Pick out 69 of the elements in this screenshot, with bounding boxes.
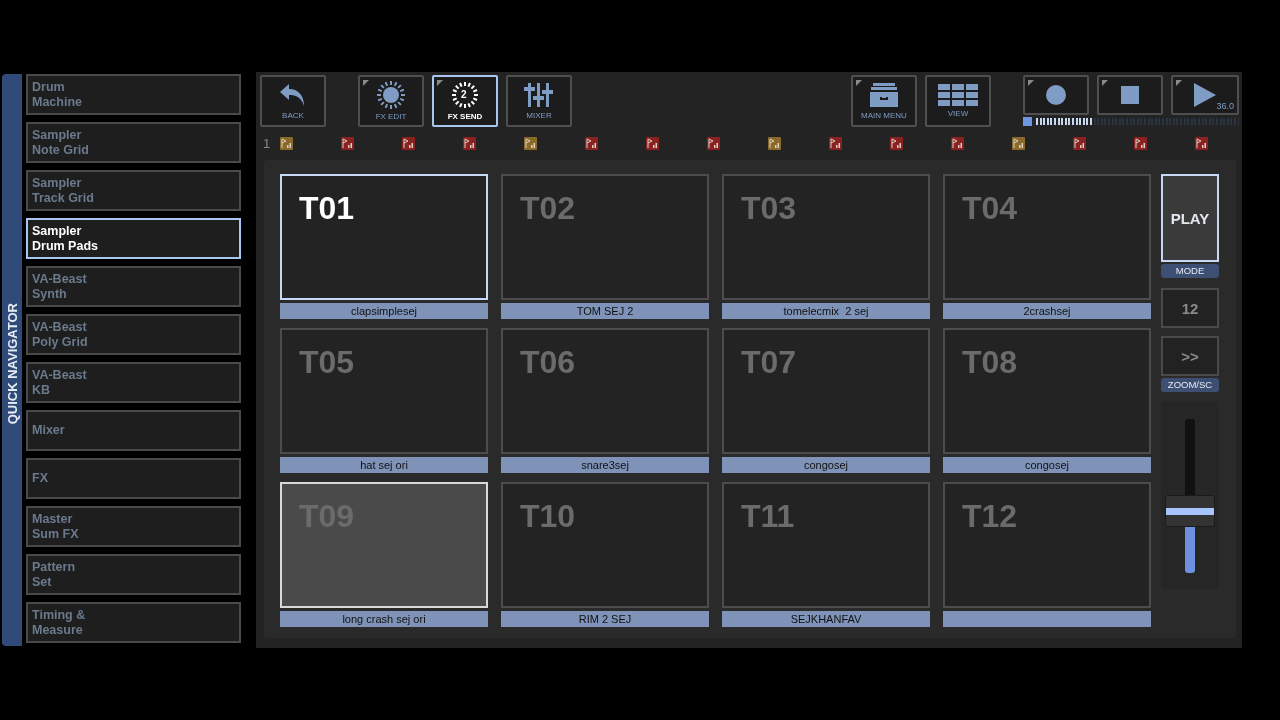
drum-pad[interactable]: T03 [722, 174, 930, 300]
navigator-item[interactable]: Sampler Note Grid [26, 122, 241, 163]
navigator-item[interactable]: VA-Beast KB [26, 362, 241, 403]
play-mode-button[interactable]: PLAY [1161, 174, 1219, 262]
toolbar-button[interactable]: FX EDIT [358, 75, 424, 127]
button-label: FX SEND [447, 112, 483, 121]
sample-label: RIM 2 SEJ [501, 611, 709, 627]
sliders-icon [523, 82, 555, 108]
navigator-item[interactable]: Timing & Measure [26, 602, 241, 643]
toolbar-button[interactable] [1097, 75, 1163, 115]
navigator-title: QUICK NAVIGATOR [4, 302, 20, 424]
navigator-item[interactable]: VA-Beast Synth [26, 266, 241, 307]
button-label: FX EDIT [375, 112, 407, 121]
drum-pad[interactable]: T02 [501, 174, 709, 300]
meter-indicator [1023, 117, 1032, 126]
navigator-item[interactable]: FX [26, 458, 241, 499]
tempo-readout: 36.0 [1216, 101, 1234, 111]
button-label: MIXER [526, 111, 552, 120]
back-arrow-icon [279, 82, 307, 108]
toolbar-button[interactable]: MAIN MENU [851, 75, 917, 127]
play-icon [1194, 83, 1216, 107]
navigator-item[interactable]: Drum Machine [26, 74, 241, 115]
dashed-ring-icon [450, 81, 480, 109]
sample-label: congosej [943, 457, 1151, 473]
toolbar-button[interactable] [1023, 75, 1089, 115]
record-icon [1045, 84, 1067, 106]
mode-label: MODE [1161, 264, 1219, 278]
navigator-item[interactable]: VA-Beast Poly Grid [26, 314, 241, 355]
drum-pad[interactable]: T05 [280, 328, 488, 454]
sample-label: tomelecmix 2 sej [722, 303, 930, 319]
drum-pad[interactable]: T07 [722, 328, 930, 454]
sample-label: clapsimplesej [280, 303, 488, 319]
sun-icon [376, 81, 406, 109]
navigator-item[interactable]: Mixer [26, 410, 241, 451]
toolbar-button[interactable]: BACK [260, 75, 326, 127]
stop-icon [1121, 86, 1139, 104]
grid-icon [938, 84, 978, 106]
button-label: VIEW [947, 109, 969, 118]
toolbar-button[interactable]: MIXER [506, 75, 572, 127]
navigator-item[interactable]: Sampler Track Grid [26, 170, 241, 211]
pad-count-button[interactable]: 12 [1161, 288, 1219, 328]
drawer-icon [869, 82, 899, 108]
sample-label: hat sej ori [280, 457, 488, 473]
button-label: BACK [282, 111, 304, 120]
drum-pad[interactable]: T12 [943, 482, 1151, 608]
drum-pad[interactable]: T06 [501, 328, 709, 454]
zoom-label: ZOOM/SC [1161, 378, 1219, 392]
drum-pad[interactable]: T08 [943, 328, 1151, 454]
toolbar-button[interactable]: 2 FX SEND [432, 75, 498, 127]
drum-pad[interactable]: T10 [501, 482, 709, 608]
navigator-item[interactable]: Master Sum FX [26, 506, 241, 547]
drum-pad[interactable]: T04 [943, 174, 1151, 300]
button-label: MAIN MENU [861, 111, 907, 120]
drum-pad[interactable]: T11 [722, 482, 930, 608]
send-number: 2 [461, 88, 467, 102]
toolbar-button[interactable]: 36.0 [1171, 75, 1239, 115]
toolbar-button[interactable]: VIEW [925, 75, 991, 127]
drum-pad[interactable]: T01 [280, 174, 488, 300]
navigator-item[interactable]: Sampler Drum Pads [26, 218, 241, 259]
sample-label: 2crashsej [943, 303, 1151, 319]
sample-label: TOM SEJ 2 [501, 303, 709, 319]
sample-label: long crash sej ori [280, 611, 488, 627]
sample-label: SEJKHANFAV [722, 611, 930, 627]
scroll-button[interactable]: >> [1161, 336, 1219, 376]
sample-label: snare3sej [501, 457, 709, 473]
navigator-item[interactable]: Pattern Set [26, 554, 241, 595]
sample-label: congosej [722, 457, 930, 473]
fader-handle[interactable] [1165, 495, 1215, 528]
pattern-number: 1 [263, 135, 271, 151]
